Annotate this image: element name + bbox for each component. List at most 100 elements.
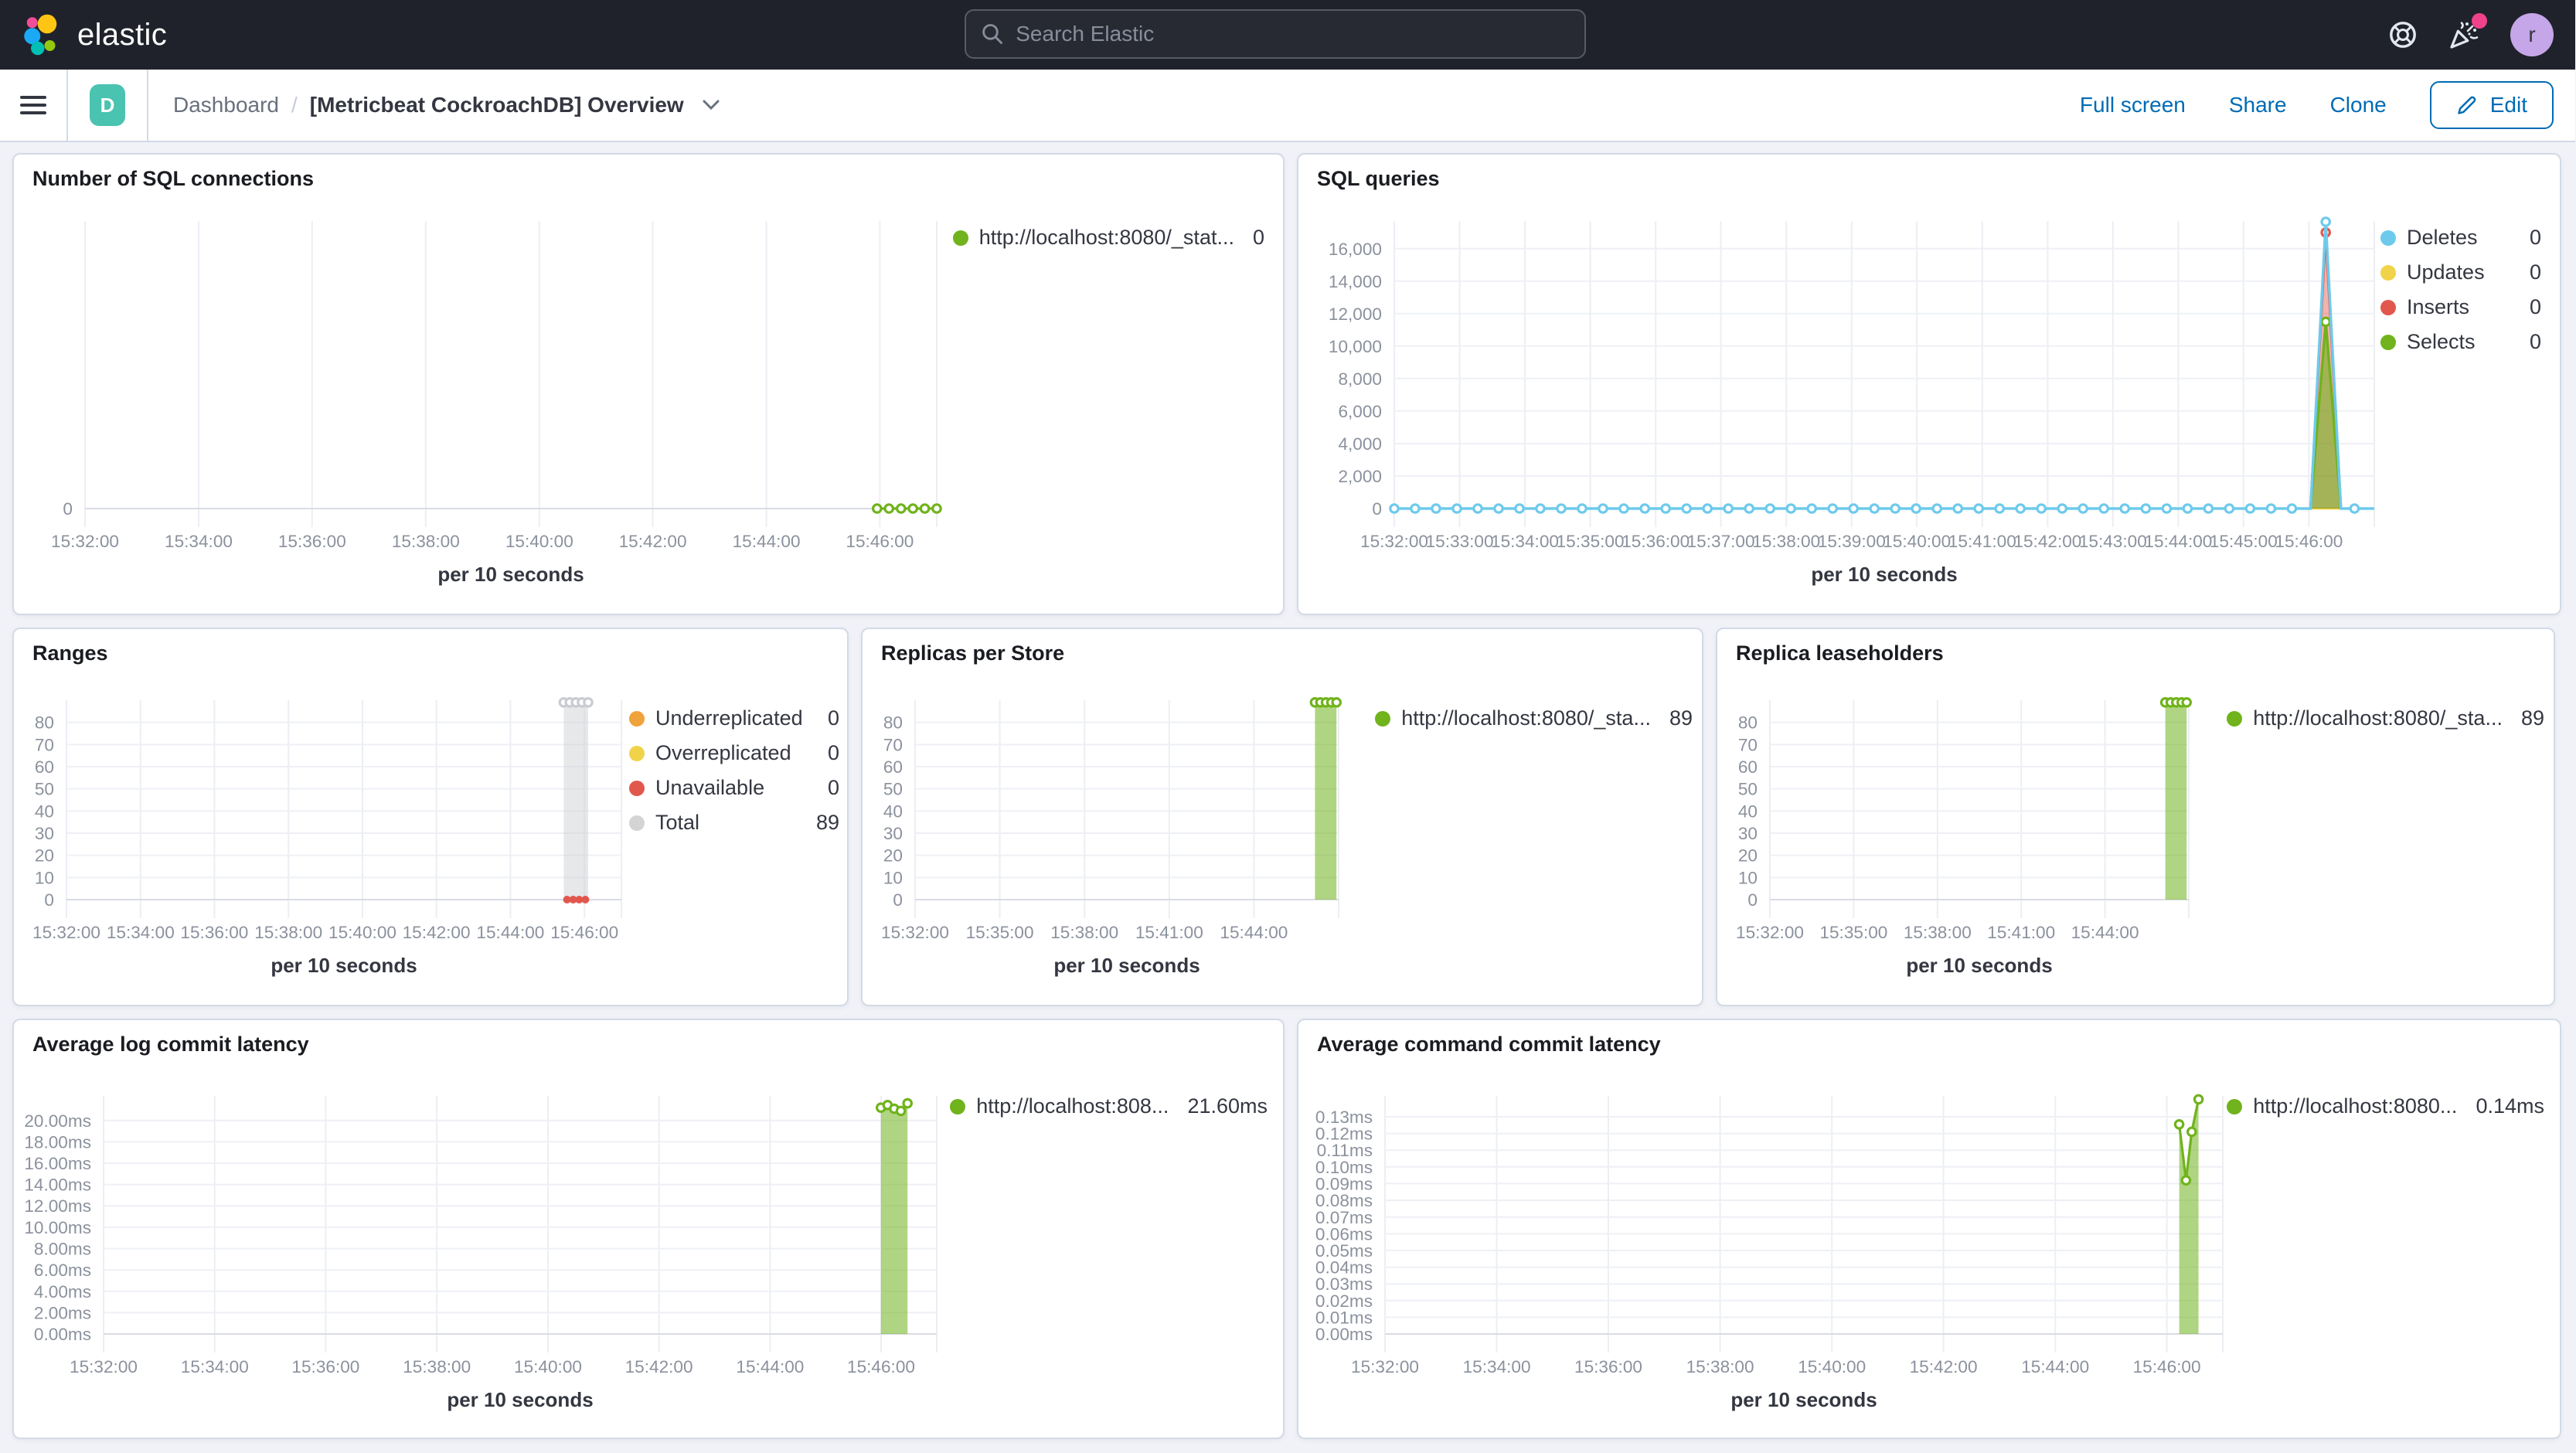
breadcrumb-dashboard-link[interactable]: Dashboard [173, 93, 279, 117]
panel-title[interactable]: Replica leaseholders [1717, 629, 2554, 672]
chart-sql-queries[interactable]: 0 2,000 4,000 6,000 8,000 10,000 12,000 14,000 1… [1298, 198, 2560, 614]
legend-item[interactable]: http://localhost:8080/_stat... 0 [952, 226, 1264, 250]
svg-text:70: 70 [35, 735, 54, 754]
svg-text:15:46:00: 15:46:00 [846, 532, 914, 551]
svg-text:0.03ms: 0.03ms [1315, 1274, 1373, 1294]
svg-text:15:32:00: 15:32:00 [881, 923, 949, 942]
breadcrumb-separator: / [291, 93, 298, 117]
svg-text:15:34:00: 15:34:00 [1491, 532, 1559, 551]
legend-series-value: 89 [1669, 706, 1693, 730]
panel-title[interactable]: Replicas per Store [863, 629, 1702, 672]
legend-series-dot [1375, 710, 1391, 726]
legend-item[interactable]: Total 89 [629, 811, 839, 835]
legend-item[interactable]: Inserts 0 [2380, 295, 2541, 319]
svg-text:12,000: 12,000 [1329, 305, 1382, 324]
svg-text:0.02ms: 0.02ms [1315, 1291, 1373, 1311]
panel-title[interactable]: Ranges [14, 629, 847, 672]
chart-avg-log-commit-latency[interactable]: 0.00ms 2.00ms4.00ms 6.00ms 8.00ms 10.00ms 12.… [14, 1063, 1283, 1438]
chart-avg-command-commit-latency[interactable]: 0.00ms0.01ms0.02ms0.03ms0.04ms0.05ms0.06… [1298, 1063, 2560, 1438]
svg-text:15:40:00: 15:40:00 [505, 532, 573, 551]
panel-title[interactable]: Average command commit latency [1298, 1020, 2560, 1063]
legend-series-label: Selects [2407, 330, 2476, 353]
svg-text:14,000: 14,000 [1329, 272, 1382, 291]
svg-text:20: 20 [883, 846, 903, 866]
legend-series-label: http://localhost:808... [976, 1094, 1169, 1118]
legend-item[interactable]: Overreplicated 0 [629, 741, 839, 765]
user-avatar[interactable]: r [2510, 13, 2554, 56]
dashboard-app-badge[interactable]: D [90, 84, 125, 126]
svg-text:15:34:00: 15:34:00 [165, 532, 233, 551]
panel-sql-queries: SQL queries 0 2,000 4,000 6,000 8,000 10,000 1… [1297, 153, 2561, 615]
svg-text:0.12ms: 0.12ms [1315, 1125, 1373, 1144]
legend-item[interactable]: http://localhost:8080/_sta... 89 [2227, 706, 2544, 730]
svg-text:50: 50 [883, 780, 903, 799]
panel-title[interactable]: SQL queries [1298, 155, 2560, 198]
dashboard-toolbar: D Dashboard / [Metricbeat CockroachDB] O… [0, 70, 2575, 142]
svg-text:0: 0 [893, 890, 903, 910]
title-chevron-down-icon[interactable] [703, 99, 720, 111]
svg-text:per 10 seconds: per 10 seconds [271, 954, 417, 977]
share-button[interactable]: Share [2229, 93, 2287, 117]
panel-title[interactable]: Number of SQL connections [14, 155, 1283, 198]
svg-text:15:34:00: 15:34:00 [107, 923, 175, 942]
legend-series-dot [2380, 334, 2396, 350]
svg-text:15:40:00: 15:40:00 [1798, 1357, 1866, 1376]
svg-text:15:32:00: 15:32:00 [70, 1357, 138, 1376]
svg-text:15:44:00: 15:44:00 [2071, 923, 2139, 942]
global-search[interactable] [965, 9, 1586, 59]
legend-series-dot [950, 1098, 966, 1114]
legend-item[interactable]: http://localhost:8080/_sta... 89 [1375, 706, 1693, 730]
svg-text:15:42:00: 15:42:00 [619, 532, 687, 551]
help-lifebuoy-icon[interactable] [2388, 20, 2418, 49]
elastic-brand[interactable]: elastic [0, 13, 167, 56]
panel-ranges: Ranges 0 10 20 30 40 50 60 70 80 15:32:00 15:34:00… [12, 628, 849, 1006]
legend-item[interactable]: Deletes 0 [2380, 226, 2541, 250]
legend-series-dot [2380, 230, 2396, 246]
edit-button[interactable]: Edit [2429, 81, 2554, 129]
legend-item[interactable]: Selects 0 [2380, 330, 2541, 354]
full-screen-button[interactable]: Full screen [2080, 93, 2186, 117]
svg-text:80: 80 [883, 713, 903, 733]
svg-text:0.04ms: 0.04ms [1315, 1258, 1373, 1278]
svg-text:6,000: 6,000 [1338, 402, 1382, 421]
search-input[interactable] [1016, 22, 1569, 46]
legend-series-value: 0 [827, 741, 839, 764]
svg-text:15:32:00: 15:32:00 [1351, 1357, 1419, 1376]
svg-text:0: 0 [63, 499, 73, 519]
legend-series-value: 0 [2529, 260, 2541, 284]
legend-series-label: Updates [2407, 260, 2485, 284]
svg-text:15:32:00: 15:32:00 [1360, 532, 1428, 551]
svg-text:2,000: 2,000 [1338, 467, 1382, 486]
legend-series-value: 0 [827, 706, 839, 730]
panel-title[interactable]: Average log commit latency [14, 1020, 1283, 1063]
svg-text:4,000: 4,000 [1338, 434, 1382, 454]
svg-text:15:40:00: 15:40:00 [1883, 532, 1951, 551]
svg-text:15:38:00: 15:38:00 [254, 923, 322, 942]
chart-sql-connections[interactable]: 0 15:32:00 15:34:00 15:36:00 15:38:00 15:40:0… [14, 198, 1283, 614]
svg-text:0.07ms: 0.07ms [1315, 1208, 1373, 1227]
legend-item[interactable]: Updates 0 [2380, 260, 2541, 284]
svg-text:0.06ms: 0.06ms [1315, 1224, 1373, 1244]
chart-legend: Underreplicated 0 Overreplicated 0 Unavailab… [629, 706, 839, 846]
legend-item[interactable]: http://localhost:808... 21.60ms [950, 1094, 1268, 1118]
svg-text:60: 60 [1738, 757, 1758, 777]
svg-text:40: 40 [1738, 801, 1758, 821]
legend-series-value: 21.60ms [1187, 1094, 1268, 1118]
svg-text:per 10 seconds: per 10 seconds [447, 1388, 593, 1411]
whats-new-party-popper-icon[interactable] [2448, 13, 2487, 50]
legend-series-label: Overreplicated [655, 741, 791, 764]
legend-item[interactable]: http://localhost:8080... 0.14ms [2227, 1094, 2544, 1118]
notification-badge [2472, 13, 2487, 29]
legend-series-value: 89 [2520, 706, 2544, 730]
svg-text:20: 20 [1738, 846, 1758, 866]
svg-text:15:46:00: 15:46:00 [847, 1357, 915, 1376]
svg-text:30: 30 [35, 824, 54, 843]
legend-series-value: 0.14ms [2476, 1094, 2544, 1118]
clone-button[interactable]: Clone [2330, 93, 2387, 117]
svg-text:per 10 seconds: per 10 seconds [1811, 563, 1957, 586]
main-menu-hamburger-icon[interactable] [0, 70, 68, 141]
svg-text:30: 30 [1738, 824, 1758, 843]
svg-text:15:40:00: 15:40:00 [328, 923, 396, 942]
legend-item[interactable]: Underreplicated 0 [629, 706, 839, 730]
legend-item[interactable]: Unavailable 0 [629, 776, 839, 800]
